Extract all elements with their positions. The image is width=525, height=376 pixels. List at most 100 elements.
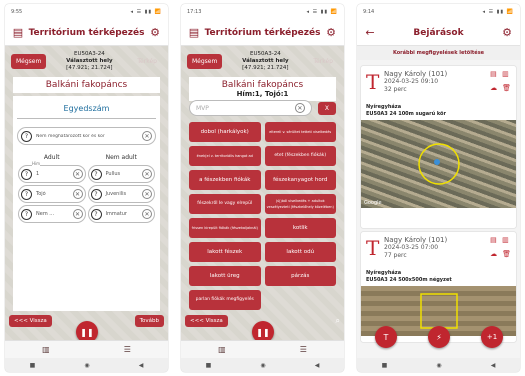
recent-apps-icon[interactable]: ■ bbox=[206, 362, 212, 369]
upload-icon[interactable]: ☁ bbox=[490, 84, 497, 92]
behavior-button[interactable]: frissen kirepült fiókák (fészekaljaknál) bbox=[189, 218, 261, 238]
survey-date: 2024-03-25 09:10 bbox=[384, 78, 439, 85]
behavior-button[interactable]: lakott üreg bbox=[189, 266, 261, 286]
map-icon[interactable]: ▥ bbox=[42, 345, 50, 354]
map-icon[interactable]: ▥ bbox=[502, 236, 511, 244]
back-icon[interactable]: ◀ bbox=[139, 362, 144, 369]
panel-title: Egyedszám bbox=[63, 104, 110, 113]
question-icon: ? bbox=[90, 188, 102, 200]
survey-type-letter: T bbox=[366, 70, 380, 94]
document-icon[interactable]: ▤ bbox=[188, 26, 200, 39]
behavior-button[interactable]: dobol (harkályok) bbox=[189, 122, 261, 142]
cancel-button[interactable]: Mégsem bbox=[187, 53, 223, 69]
immature-field[interactable]: ? Immatur ✕ bbox=[87, 205, 155, 223]
location-header: Mégsem EU50A3-24 Választott hely [47.921… bbox=[187, 48, 338, 74]
close-button[interactable]: X bbox=[317, 101, 336, 115]
survey-description: EU50A3 24 500x500m négyzet bbox=[366, 277, 452, 283]
survey-duration: 32 perc bbox=[384, 86, 407, 93]
home-icon[interactable]: ◉ bbox=[84, 362, 89, 369]
system-nav: ■ ◉ ◀ bbox=[5, 358, 168, 372]
behavior-button[interactable]: eltereli v. sérültet tetteti viselkedés bbox=[264, 122, 336, 142]
list-icon[interactable]: ☰ bbox=[124, 345, 131, 354]
back-button[interactable]: <<< Vissza bbox=[9, 315, 52, 327]
field-value: Immatur bbox=[105, 211, 127, 217]
adult-female-field[interactable]: ? Tojó ✕ bbox=[18, 185, 86, 203]
behavior-search-input[interactable]: MVP ✕ bbox=[189, 100, 312, 116]
behavior-button[interactable]: fészekről le vagy elrepül bbox=[189, 194, 261, 214]
upload-icon[interactable]: ☁ bbox=[490, 250, 497, 258]
fab-lightning-icon[interactable]: ⚡ bbox=[428, 326, 450, 348]
survey-card[interactable]: T Nagy Károly (101) 2024-03-25 09:10 32 … bbox=[361, 66, 516, 228]
clear-icon[interactable]: ✕ bbox=[294, 103, 305, 113]
question-icon: ? bbox=[21, 188, 32, 200]
system-nav: ■ ◉ ◀ bbox=[357, 358, 520, 372]
recent-apps-icon[interactable]: ■ bbox=[382, 362, 388, 369]
behavior-button[interactable]: lakott fészek bbox=[189, 242, 261, 262]
observer-name: Nagy Károly (101) bbox=[384, 70, 448, 78]
recent-apps-icon[interactable]: ■ bbox=[30, 362, 36, 369]
pullus-field[interactable]: ? Pullus ✕ bbox=[87, 165, 155, 183]
clear-icon[interactable]: ✕ bbox=[142, 209, 152, 219]
cancel-button[interactable]: Mégsem bbox=[11, 53, 47, 69]
download-previous-link[interactable]: Korábbi megfigyelések letöltése bbox=[357, 46, 520, 60]
clear-icon[interactable]: ✕ bbox=[142, 189, 152, 199]
gear-icon[interactable]: ⚙ bbox=[501, 26, 513, 39]
survey-area-circle bbox=[418, 143, 460, 185]
behavior-button[interactable]: párzás bbox=[264, 266, 336, 286]
document-icon[interactable]: ▤ bbox=[490, 70, 497, 78]
phone-screen-behavior: 17:13 ◂ ☰ ▮▮ 📶 ▤ Territórium térképezés … bbox=[181, 4, 344, 372]
status-icons: ◂ ☰ ▮▮ 📶 bbox=[130, 9, 162, 15]
behavior-button[interactable]: fészekanyagot hord bbox=[264, 170, 336, 190]
map-icon[interactable]: ▥ bbox=[218, 345, 226, 354]
age-unknown-field[interactable]: ? Nem meghatározott kor és kor ✕ bbox=[17, 127, 156, 145]
behavior-button[interactable]: etet (fészekben fiókák) bbox=[264, 146, 336, 166]
document-icon[interactable]: ▤ bbox=[490, 236, 497, 244]
status-bar: 17:13 ◂ ☰ ▮▮ 📶 bbox=[181, 4, 344, 20]
question-icon: ? bbox=[21, 208, 32, 220]
clear-icon[interactable]: ✕ bbox=[72, 209, 83, 219]
fab-add-one[interactable]: +1 bbox=[481, 326, 503, 348]
clear-icon[interactable]: ✕ bbox=[142, 169, 152, 179]
selected-place-label: Választott hely bbox=[66, 57, 113, 64]
clear-icon[interactable]: ✕ bbox=[72, 189, 83, 199]
adult-unknown-field[interactable]: ? Nem ... ✕ bbox=[18, 205, 86, 223]
adult-male-field[interactable]: Him ? 1 ✕ bbox=[18, 161, 86, 183]
adult-column: Adult Him ? 1 ✕ ? Tojó ✕ ? Nem ... ✕ bbox=[17, 153, 87, 225]
map-button[interactable]: Térkép bbox=[308, 54, 338, 69]
back-arrow-icon[interactable]: ← bbox=[364, 26, 376, 39]
back-icon[interactable]: ◀ bbox=[315, 362, 320, 369]
gear-icon[interactable]: ⚙ bbox=[325, 26, 337, 39]
gear-icon[interactable]: ⚙ bbox=[149, 26, 161, 39]
behavior-button[interactable]: (új)ból viselkedés + adultok veszélyezte… bbox=[264, 194, 336, 214]
list-icon[interactable]: ☰ bbox=[300, 345, 307, 354]
phone-screen-surveys: 9:14 ◂ ☰ ▮▮ 📶 ← Bejárások ⚙ Korábbi megf… bbox=[357, 4, 520, 372]
trash-icon[interactable]: 🗑 bbox=[502, 250, 511, 258]
back-icon[interactable]: ◀ bbox=[491, 362, 496, 369]
behavior-button[interactable]: a fészekben fiókák bbox=[189, 170, 261, 190]
behavior-button[interactable]: kotlik bbox=[264, 218, 336, 238]
behavior-button[interactable]: lakott odú bbox=[264, 242, 336, 262]
map-icon[interactable]: ▥ bbox=[502, 70, 511, 78]
clear-icon[interactable]: ✕ bbox=[142, 131, 152, 141]
status-icons: ◂ ☰ ▮▮ 📶 bbox=[306, 9, 338, 15]
coordinates: [47.921; 21.724] bbox=[66, 64, 113, 71]
home-icon[interactable]: ◉ bbox=[436, 362, 441, 369]
species-name: Balkáni fakopáncs bbox=[221, 80, 304, 90]
trash-icon[interactable]: 🗑 bbox=[502, 84, 511, 92]
behavior-button[interactable]: parlan fiókák megfigyelés bbox=[189, 290, 261, 310]
next-button[interactable]: Tovább bbox=[134, 315, 164, 327]
home-icon[interactable]: ◉ bbox=[260, 362, 265, 369]
map-button[interactable]: Térkép bbox=[132, 54, 162, 69]
search-row: MVP ✕ X bbox=[189, 100, 336, 116]
survey-place: Nyíregyháza bbox=[366, 270, 402, 276]
question-icon: ? bbox=[21, 168, 32, 180]
fab-new-survey[interactable]: T bbox=[375, 326, 397, 348]
back-button[interactable]: <<< Vissza bbox=[185, 315, 228, 327]
species-box: Balkáni fakopáncs bbox=[13, 77, 160, 93]
clear-icon[interactable]: ✕ bbox=[72, 169, 83, 179]
document-icon[interactable]: ▤ bbox=[12, 26, 24, 39]
behavior-button[interactable]: ének(el v. territoriális hangot ad bbox=[189, 146, 261, 166]
zoom-icon[interactable]: ⌕ bbox=[336, 316, 340, 326]
juvenile-field[interactable]: ? Juvenilis ✕ bbox=[87, 185, 155, 203]
field-value: 1 bbox=[36, 171, 40, 177]
